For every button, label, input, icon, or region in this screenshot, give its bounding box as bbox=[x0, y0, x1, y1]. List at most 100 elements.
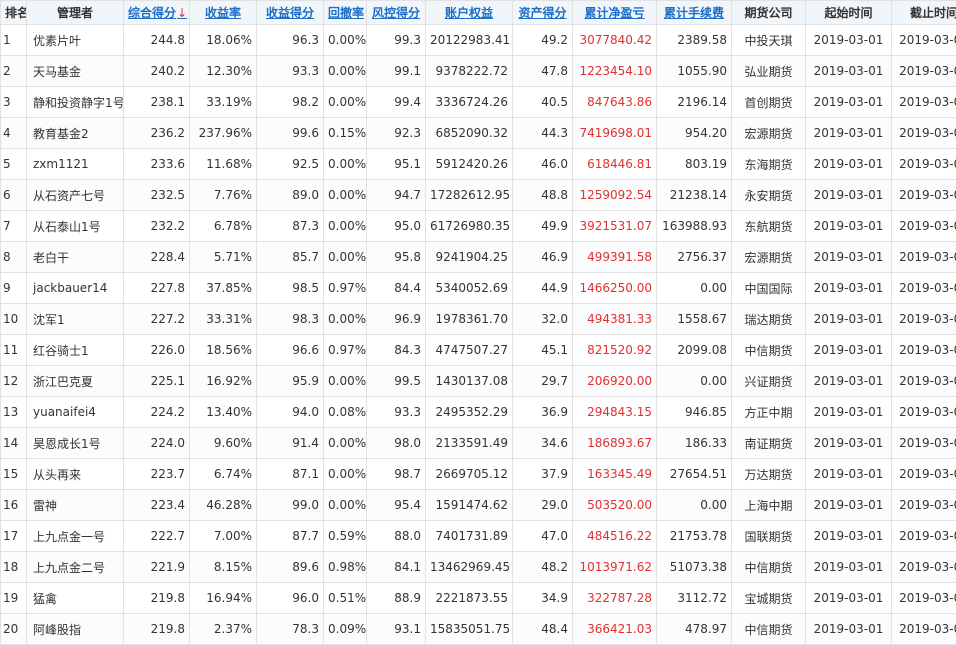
col-header-asset-score[interactable]: 资产得分 bbox=[513, 1, 573, 25]
table-row: 19猛禽219.816.94%96.00.51%88.92221873.5534… bbox=[1, 583, 956, 614]
cell-risk-score: 99.3 bbox=[367, 25, 426, 56]
cell-start-date: 2019-03-01 bbox=[806, 25, 892, 56]
cell-manager: 阿峰股指 bbox=[27, 614, 124, 645]
cell-end-date: 2019-03-07 bbox=[892, 459, 956, 490]
cell-start-date: 2019-03-01 bbox=[806, 614, 892, 645]
cell-rank: 11 bbox=[1, 335, 27, 366]
cell-drawdown-rate: 0.97% bbox=[324, 335, 367, 366]
col-header-composite-score[interactable]: 综合得分 bbox=[124, 1, 190, 25]
cell-start-date: 2019-03-01 bbox=[806, 242, 892, 273]
cell-manager: 天马基金 bbox=[27, 56, 124, 87]
cell-return-score: 89.6 bbox=[257, 552, 324, 583]
cell-composite-score: 232.5 bbox=[124, 180, 190, 211]
table-body: 1优素片叶244.818.06%96.30.00%99.320122983.41… bbox=[1, 25, 956, 645]
cell-composite-score: 240.2 bbox=[124, 56, 190, 87]
col-header-total-fees[interactable]: 累计手续费 bbox=[657, 1, 732, 25]
cell-net-profit: 503520.00 bbox=[573, 490, 657, 521]
col-header-drawdown-rate[interactable]: 回撤率 bbox=[324, 1, 367, 25]
cell-drawdown-rate: 0.97% bbox=[324, 273, 367, 304]
col-header-return-score[interactable]: 收益得分 bbox=[257, 1, 324, 25]
cell-composite-score: 238.1 bbox=[124, 87, 190, 118]
cell-return-rate: 12.30% bbox=[190, 56, 257, 87]
cell-rank: 18 bbox=[1, 552, 27, 583]
cell-futures-company: 上海中期 bbox=[732, 490, 806, 521]
cell-net-profit: 366421.03 bbox=[573, 614, 657, 645]
cell-start-date: 2019-03-01 bbox=[806, 552, 892, 583]
cell-total-fees: 946.85 bbox=[657, 397, 732, 428]
cell-risk-score: 98.0 bbox=[367, 428, 426, 459]
cell-return-score: 99.0 bbox=[257, 490, 324, 521]
cell-total-fees: 1558.67 bbox=[657, 304, 732, 335]
cell-risk-score: 84.1 bbox=[367, 552, 426, 583]
cell-risk-score: 96.9 bbox=[367, 304, 426, 335]
cell-net-profit: 7419698.01 bbox=[573, 118, 657, 149]
cell-asset-score: 45.1 bbox=[513, 335, 573, 366]
cell-asset-score: 29.0 bbox=[513, 490, 573, 521]
table-row: 13yuanaifei4224.213.40%94.00.08%93.32495… bbox=[1, 397, 956, 428]
cell-net-profit: 847643.86 bbox=[573, 87, 657, 118]
cell-end-date: 2019-03-07 bbox=[892, 490, 956, 521]
cell-risk-score: 95.8 bbox=[367, 242, 426, 273]
cell-futures-company: 永安期货 bbox=[732, 180, 806, 211]
table-row: 6从石资产七号232.57.76%89.00.00%94.717282612.9… bbox=[1, 180, 956, 211]
cell-manager: 猛禽 bbox=[27, 583, 124, 614]
cell-futures-company: 宏源期货 bbox=[732, 118, 806, 149]
col-header-account-equity[interactable]: 账户权益 bbox=[426, 1, 513, 25]
cell-account-equity: 2495352.29 bbox=[426, 397, 513, 428]
cell-asset-score: 36.9 bbox=[513, 397, 573, 428]
cell-rank: 14 bbox=[1, 428, 27, 459]
cell-asset-score: 29.7 bbox=[513, 366, 573, 397]
cell-manager: 上九点金二号 bbox=[27, 552, 124, 583]
table-row: 10沈军1227.233.31%98.30.00%96.91978361.703… bbox=[1, 304, 956, 335]
cell-risk-score: 88.9 bbox=[367, 583, 426, 614]
cell-account-equity: 15835051.75 bbox=[426, 614, 513, 645]
cell-risk-score: 95.1 bbox=[367, 149, 426, 180]
table-row: 12浙江巴克夏225.116.92%95.90.00%99.51430137.0… bbox=[1, 366, 956, 397]
cell-risk-score: 95.0 bbox=[367, 211, 426, 242]
cell-futures-company: 中信期货 bbox=[732, 335, 806, 366]
cell-return-rate: 8.15% bbox=[190, 552, 257, 583]
cell-manager: zxm1121 bbox=[27, 149, 124, 180]
cell-return-rate: 11.68% bbox=[190, 149, 257, 180]
cell-drawdown-rate: 0.00% bbox=[324, 211, 367, 242]
cell-manager: 从头再来 bbox=[27, 459, 124, 490]
cell-futures-company: 方正中期 bbox=[732, 397, 806, 428]
cell-risk-score: 84.3 bbox=[367, 335, 426, 366]
cell-rank: 2 bbox=[1, 56, 27, 87]
cell-account-equity: 6852090.32 bbox=[426, 118, 513, 149]
cell-account-equity: 20122983.41 bbox=[426, 25, 513, 56]
cell-asset-score: 40.5 bbox=[513, 87, 573, 118]
cell-rank: 1 bbox=[1, 25, 27, 56]
cell-composite-score: 233.6 bbox=[124, 149, 190, 180]
cell-futures-company: 中投天琪 bbox=[732, 25, 806, 56]
cell-return-score: 98.2 bbox=[257, 87, 324, 118]
cell-composite-score: 232.2 bbox=[124, 211, 190, 242]
col-header-start-date: 起始时间 bbox=[806, 1, 892, 25]
table-row: 7从石泰山1号232.26.78%87.30.00%95.061726980.3… bbox=[1, 211, 956, 242]
cell-net-profit: 294843.15 bbox=[573, 397, 657, 428]
cell-account-equity: 7401731.89 bbox=[426, 521, 513, 552]
cell-futures-company: 国联期货 bbox=[732, 521, 806, 552]
cell-composite-score: 223.4 bbox=[124, 490, 190, 521]
cell-end-date: 2019-03-07 bbox=[892, 211, 956, 242]
col-header-return-rate[interactable]: 收益率 bbox=[190, 1, 257, 25]
cell-asset-score: 34.6 bbox=[513, 428, 573, 459]
cell-manager: yuanaifei4 bbox=[27, 397, 124, 428]
col-header-net-profit[interactable]: 累计净盈亏 bbox=[573, 1, 657, 25]
cell-end-date: 2019-03-07 bbox=[892, 25, 956, 56]
cell-start-date: 2019-03-01 bbox=[806, 366, 892, 397]
cell-composite-score: 227.2 bbox=[124, 304, 190, 335]
header-row: 排名管理者综合得分收益率收益得分回撤率风控得分账户权益资产得分累计净盈亏累计手续… bbox=[1, 1, 956, 25]
table-header: 排名管理者综合得分收益率收益得分回撤率风控得分账户权益资产得分累计净盈亏累计手续… bbox=[1, 1, 956, 25]
cell-net-profit: 1466250.00 bbox=[573, 273, 657, 304]
cell-composite-score: 226.0 bbox=[124, 335, 190, 366]
cell-risk-score: 93.1 bbox=[367, 614, 426, 645]
cell-rank: 10 bbox=[1, 304, 27, 335]
cell-return-rate: 18.56% bbox=[190, 335, 257, 366]
cell-asset-score: 44.9 bbox=[513, 273, 573, 304]
cell-risk-score: 94.7 bbox=[367, 180, 426, 211]
cell-rank: 8 bbox=[1, 242, 27, 273]
col-header-risk-score[interactable]: 风控得分 bbox=[367, 1, 426, 25]
cell-composite-score: 221.9 bbox=[124, 552, 190, 583]
cell-end-date: 2019-03-07 bbox=[892, 335, 956, 366]
